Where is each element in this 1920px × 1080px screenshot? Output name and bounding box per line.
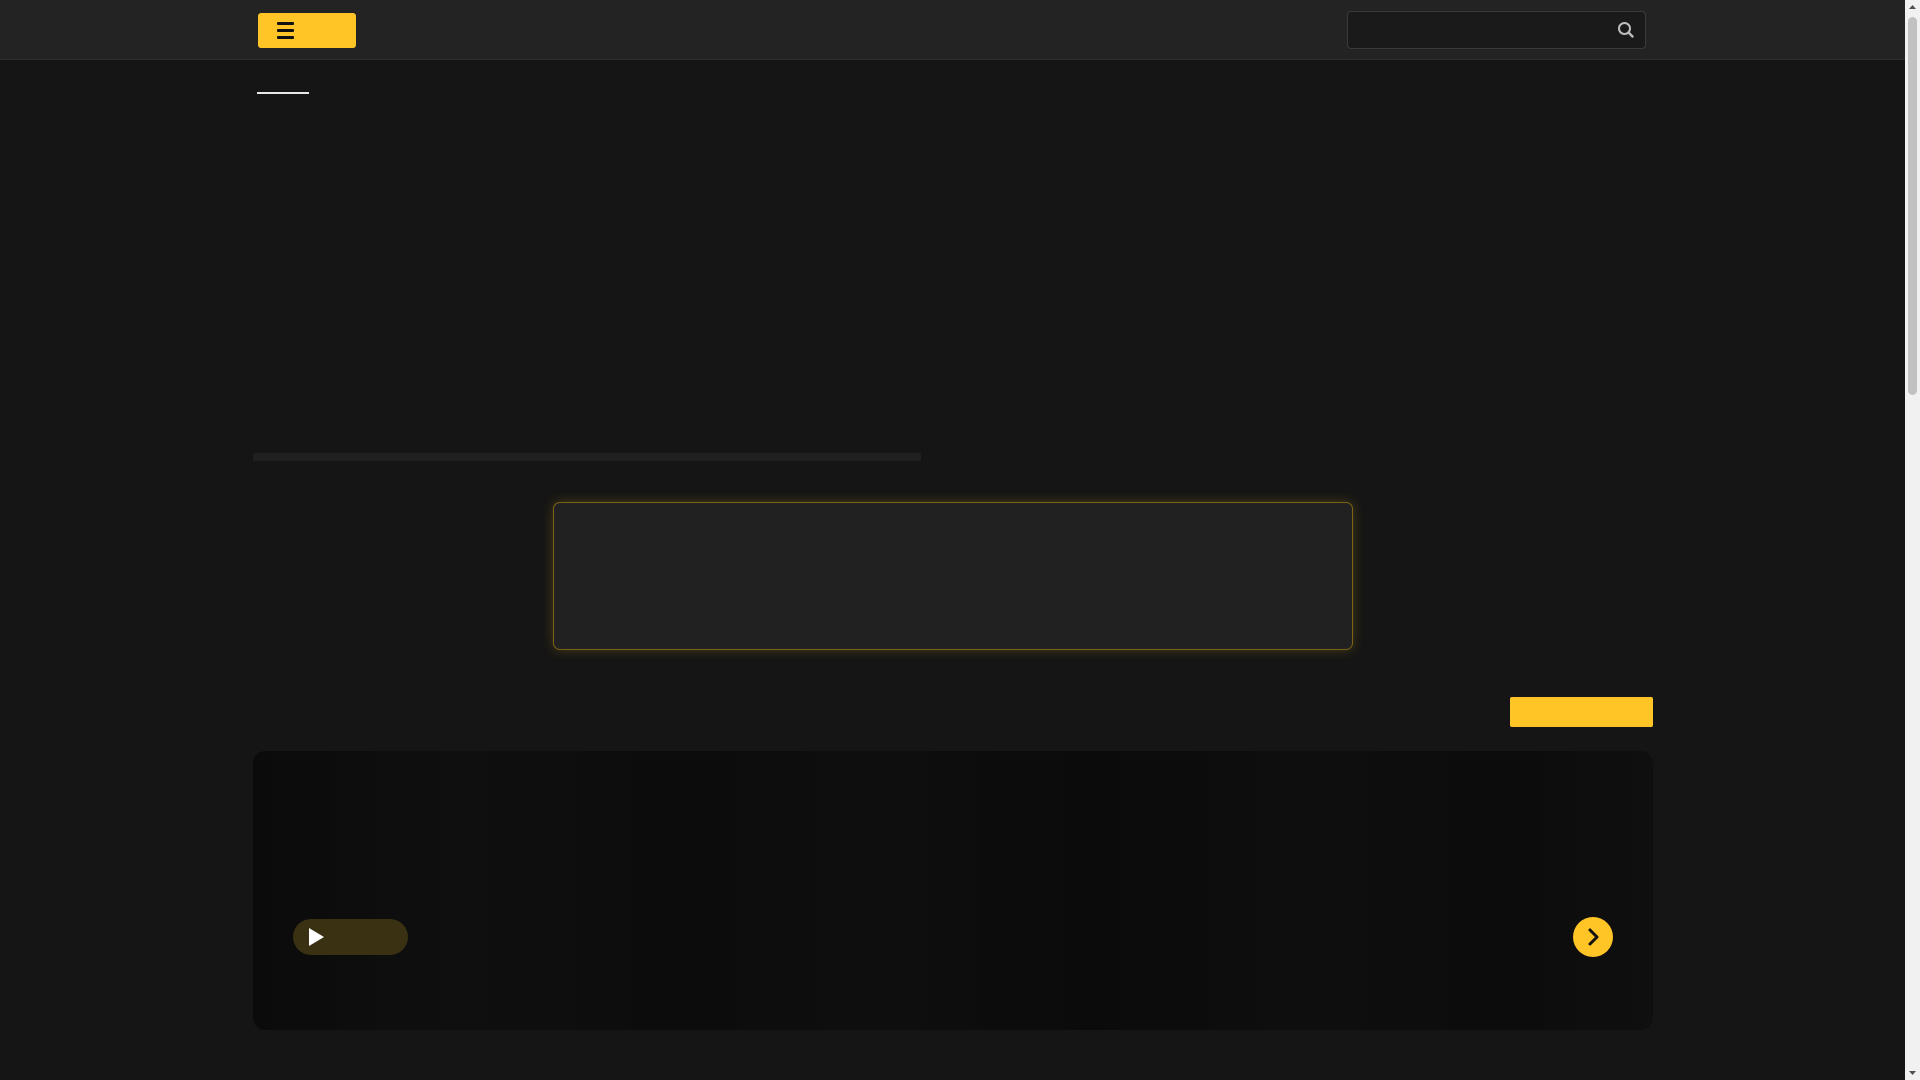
search-button[interactable] <box>1607 12 1645 48</box>
page <box>0 0 1920 1080</box>
tab-active[interactable] <box>257 76 309 94</box>
hamburger-icon <box>277 22 294 39</box>
tab-underline <box>257 92 309 94</box>
search-box <box>1347 11 1646 49</box>
progress-fill <box>253 453 921 461</box>
search-icon <box>1618 22 1634 38</box>
scroll-thumb[interactable] <box>1908 17 1917 395</box>
progress-track <box>253 453 921 461</box>
top-navbar <box>0 0 1905 60</box>
see-all-button[interactable] <box>1510 697 1653 727</box>
play-button[interactable] <box>293 919 408 955</box>
menu-button[interactable] <box>258 13 356 48</box>
scroll-up-arrow-icon[interactable] <box>1905 0 1920 15</box>
scroll-down-arrow-icon[interactable] <box>1905 1065 1920 1080</box>
chevron-right-icon <box>1588 928 1599 946</box>
notice-box <box>553 502 1353 650</box>
search-input[interactable] <box>1348 12 1608 48</box>
page-scrollbar[interactable] <box>1905 0 1920 1080</box>
play-icon <box>309 928 324 946</box>
next-slide-button[interactable] <box>1573 917 1613 957</box>
video-slider <box>253 751 1653 1030</box>
hero-area <box>253 100 1653 445</box>
